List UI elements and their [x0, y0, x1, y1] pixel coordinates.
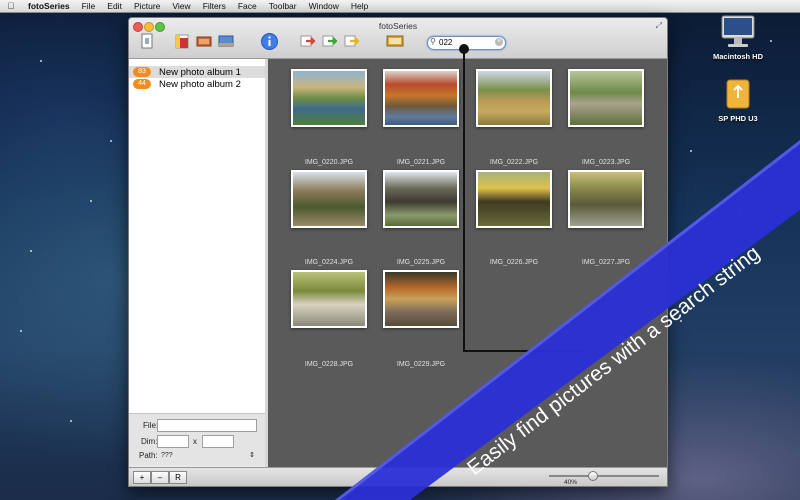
photo-filename: IMG_0224.JPG	[304, 259, 354, 266]
photo-filename: IMG_0221.JPG	[396, 159, 446, 166]
zoom-slider-knob[interactable]	[588, 471, 598, 481]
desktop-disk-label: Macintosh HD	[712, 52, 763, 61]
menu-bar:  fotoSeries File Edit Picture View Filt…	[0, 0, 800, 13]
bottom-bar: + – R 40%	[129, 467, 667, 486]
photo-grid: IMG_0220.JPG IMG_0221.JPG IMG_0222.JPG I…	[268, 59, 667, 467]
photo-thumbnail[interactable]	[568, 69, 644, 127]
photo-filename: IMG_0225.JPG	[396, 259, 446, 266]
menu-view[interactable]: View	[166, 0, 196, 12]
path-label: Path:	[139, 451, 158, 460]
photo-filename: IMG_0227.JPG	[581, 259, 631, 266]
photo-image	[293, 172, 365, 226]
remove-album-button[interactable]: –	[151, 471, 169, 484]
info-panel: File: Dim: x Path: ??? ⇕	[129, 413, 266, 465]
file-field[interactable]	[157, 419, 257, 432]
menu-filters[interactable]: Filters	[197, 0, 232, 12]
album-count-badge: 44	[133, 79, 151, 89]
photo-filename: IMG_0228.JPG	[304, 361, 354, 368]
slideshow-button[interactable]	[217, 32, 235, 50]
album-count-badge: 83	[133, 67, 151, 77]
photo-image	[478, 172, 550, 226]
desktop-disk-label: SP PHD U3	[718, 114, 758, 123]
album-item[interactable]: 44 New photo album 2	[129, 78, 265, 90]
photo-filename: IMG_0220.JPG	[304, 159, 354, 166]
dim-label: Dim:	[141, 437, 158, 446]
export-green-button[interactable]	[321, 32, 341, 50]
menu-picture[interactable]: Picture	[128, 0, 166, 12]
info-icon	[260, 32, 278, 50]
export-arrow-icon	[322, 35, 338, 47]
photo-thumbnail[interactable]	[383, 69, 459, 127]
photo-strip-button[interactable]	[195, 32, 213, 50]
clear-search-icon[interactable]: ×	[495, 38, 503, 46]
dim-height-field[interactable]	[202, 435, 234, 448]
export-arrow-icon	[300, 35, 316, 47]
photo-thumbnail[interactable]	[383, 170, 459, 228]
album-icon	[141, 33, 153, 49]
zoom-level-label: 40%	[564, 479, 578, 486]
photo-image	[570, 71, 642, 125]
desktop-disk-macintosh-hd[interactable]: Macintosh HD	[700, 14, 776, 61]
title-bar: fotoSeries ⤢ ⚲ 022 ×	[129, 18, 667, 59]
photo-thumbnail[interactable]	[291, 270, 367, 328]
photo-strip-icon	[196, 36, 212, 47]
usb-drive-icon	[726, 79, 750, 109]
path-value: ???	[161, 452, 173, 459]
photo-filename: IMG_0229.JPG	[396, 361, 446, 368]
menu-edit[interactable]: Edit	[101, 0, 128, 12]
info-button[interactable]	[259, 32, 279, 50]
photo-image	[385, 172, 457, 226]
photo-thumbnail[interactable]	[383, 270, 459, 328]
browser-button[interactable]	[385, 32, 405, 50]
add-photo-icon	[175, 34, 189, 49]
album-name: New photo album 2	[159, 78, 241, 90]
export-arrow-icon	[344, 35, 360, 47]
menu-face[interactable]: Face	[232, 0, 263, 12]
photo-image	[570, 172, 642, 226]
album-sidebar: 83 New photo album 1 44 New photo album …	[129, 59, 266, 425]
photo-filename: IMG_0223.JPG	[581, 159, 631, 166]
photo-thumbnail[interactable]	[291, 170, 367, 228]
photo-image	[293, 272, 365, 326]
r-button[interactable]: R	[169, 471, 187, 484]
album-name: New photo album 1	[159, 66, 241, 78]
window-title: fotoSeries	[378, 21, 418, 31]
fullscreen-icon[interactable]: ⤢	[656, 21, 662, 31]
menu-help[interactable]: Help	[345, 0, 374, 12]
photo-thumbnail[interactable]	[476, 170, 552, 228]
slideshow-icon	[218, 35, 234, 47]
export-yellow-button[interactable]	[343, 32, 363, 50]
album-item[interactable]: 83 New photo album 1	[129, 66, 265, 78]
menu-app-name[interactable]: fotoSeries	[22, 0, 76, 12]
photo-filename: IMG_0226.JPG	[489, 259, 539, 266]
photo-image	[385, 272, 457, 326]
path-stepper-icon[interactable]: ⇕	[249, 451, 255, 459]
photo-thumbnail[interactable]	[291, 69, 367, 127]
search-icon: ⚲	[430, 37, 436, 46]
photo-image	[385, 71, 457, 125]
dim-width-field[interactable]	[157, 435, 189, 448]
menu-file[interactable]: File	[76, 0, 102, 12]
apple-menu-icon[interactable]: 	[0, 1, 22, 11]
menu-toolbar[interactable]: Toolbar	[263, 0, 303, 12]
file-label: File:	[143, 421, 159, 430]
photo-thumbnail[interactable]	[476, 69, 552, 127]
new-album-button[interactable]	[137, 32, 157, 50]
photo-image	[478, 71, 550, 125]
menu-window[interactable]: Window	[303, 0, 345, 12]
app-window: fotoSeries ⤢ ⚲ 022 × 83 New photo album …	[128, 17, 668, 487]
export-red-button[interactable]	[299, 32, 319, 50]
desktop-disk-sp-phd[interactable]: SP PHD U3	[700, 76, 776, 123]
photo-thumbnail[interactable]	[568, 170, 644, 228]
dim-separator: x	[193, 437, 197, 446]
callout-line	[463, 49, 465, 351]
photo-image	[293, 71, 365, 125]
add-photo-button[interactable]	[173, 32, 191, 50]
zoom-slider-track[interactable]	[549, 475, 659, 477]
add-album-button[interactable]: +	[133, 471, 151, 484]
photo-filename: IMG_0222.JPG	[489, 159, 539, 166]
computer-icon	[721, 15, 755, 47]
callout-line	[463, 350, 583, 352]
browser-icon	[386, 35, 404, 47]
